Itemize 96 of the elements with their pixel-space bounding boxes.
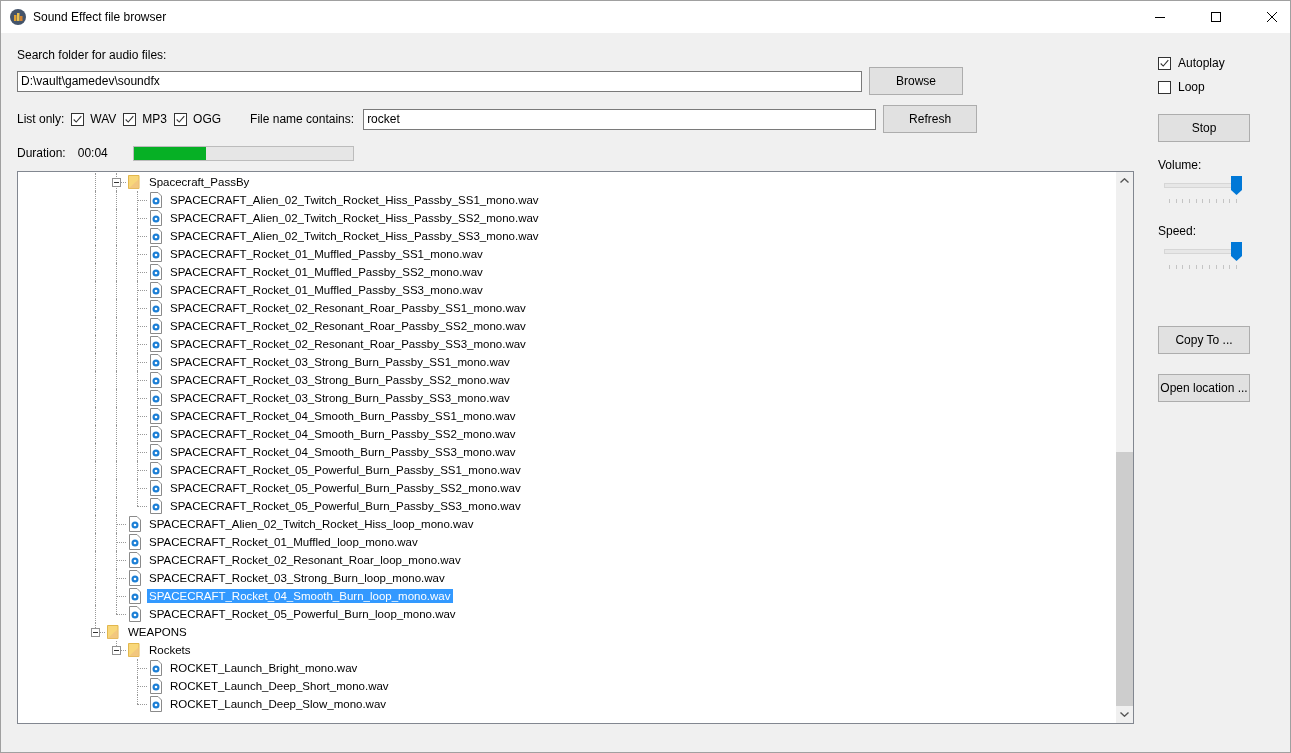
file-name[interactable]: SPACECRAFT_Rocket_04_Smooth_Burn_Passby_SS1_mono.wav	[168, 409, 518, 423]
file-name[interactable]: SPACECRAFT_Rocket_05_Powerful_Burn_loop_mono.wav	[147, 607, 458, 621]
audio-file-icon	[148, 228, 164, 244]
file-name[interactable]: SPACECRAFT_Rocket_04_Smooth_Burn_Passby_SS3_mono.wav	[168, 445, 518, 459]
audio-file-icon	[148, 282, 164, 298]
folder-name[interactable]: Spacecraft_PassBy	[147, 175, 252, 189]
checkbox-label: OGG	[193, 112, 222, 126]
audio-file-icon	[148, 498, 164, 514]
file-name[interactable]: SPACECRAFT_Rocket_05_Powerful_Burn_Passby_SS1_mono.wav	[168, 463, 523, 477]
file-name[interactable]: SPACECRAFT_Alien_02_Twitch_Rocket_Hiss_Passby_SS2_mono.wav	[168, 211, 541, 225]
stop-button[interactable]: Stop	[1158, 114, 1250, 142]
audio-file-icon	[148, 390, 164, 406]
file-name[interactable]: ROCKET_Launch_Deep_Slow_mono.wav	[168, 697, 389, 711]
slider-thumb[interactable]	[1231, 242, 1242, 261]
audio-file-icon	[127, 552, 143, 568]
audio-file-icon	[127, 588, 143, 604]
file-name[interactable]: SPACECRAFT_Rocket_03_Strong_Burn_loop_mono.wav	[147, 571, 447, 585]
folder-icon	[127, 174, 143, 190]
file-name[interactable]: SPACECRAFT_Rocket_01_Muffled_loop_mono.wav	[147, 535, 420, 549]
audio-file-icon	[148, 336, 164, 352]
copy-to-button[interactable]: Copy To ...	[1158, 326, 1250, 354]
audio-file-icon	[148, 660, 164, 676]
checkbox-label: WAV	[90, 112, 117, 126]
field-label: Search folder for audio files:	[17, 48, 168, 62]
checkbox[interactable]	[174, 112, 188, 126]
folder-icon	[106, 624, 122, 640]
audio-file-icon	[148, 408, 164, 424]
audio-file-icon	[148, 372, 164, 388]
file-name[interactable]: SPACECRAFT_Alien_02_Twitch_Rocket_Hiss_loop_mono.wav	[147, 517, 476, 531]
folder-name[interactable]: WEAPONS	[126, 625, 189, 639]
collapse-toggle[interactable]	[111, 177, 121, 187]
audio-file-icon	[148, 318, 164, 334]
folder-name[interactable]: Rockets	[147, 643, 193, 657]
audio-file-icon	[148, 696, 164, 712]
field-label: File name contains:	[250, 112, 355, 126]
file-name[interactable]: SPACECRAFT_Rocket_02_Resonant_Roar_Passby_SS3_mono.wav	[168, 337, 528, 351]
open-location-button[interactable]: Open location ...	[1158, 374, 1250, 402]
field-label: Duration:	[17, 146, 66, 160]
file-name[interactable]: SPACECRAFT_Alien_02_Twitch_Rocket_Hiss_Passby_SS3_mono.wav	[168, 229, 541, 243]
audio-file-icon	[127, 534, 143, 550]
collapse-toggle[interactable]	[90, 627, 100, 637]
checkbox-label: MP3	[142, 112, 168, 126]
audio-file-icon	[148, 426, 164, 442]
audio-file-icon	[148, 444, 164, 460]
file-name[interactable]: SPACECRAFT_Rocket_04_Smooth_Burn_Passby_SS2_mono.wav	[168, 427, 518, 441]
file-name[interactable]: SPACECRAFT_Rocket_01_Muffled_Passby_SS2_mono.wav	[168, 265, 485, 279]
audio-file-icon	[148, 192, 164, 208]
audio-file-icon	[148, 210, 164, 226]
scroll-up-icon[interactable]	[1120, 178, 1129, 183]
field-label: List only:	[17, 112, 65, 126]
audio-file-icon	[148, 264, 164, 280]
name-filter-field[interactable]: rocket	[363, 108, 877, 130]
refresh-button[interactable]: Refresh	[883, 105, 978, 133]
audio-file-icon	[148, 354, 164, 370]
file-name[interactable]: SPACECRAFT_Rocket_05_Powerful_Burn_Passby_SS3_mono.wav	[168, 499, 523, 513]
file-name[interactable]: ROCKET_Launch_Deep_Short_mono.wav	[168, 679, 391, 693]
file-name[interactable]: SPACECRAFT_Rocket_03_Strong_Burn_Passby_SS3_mono.wav	[168, 391, 512, 405]
folder-path-field[interactable]: D:\vault\gamedev\soundfx	[17, 70, 862, 92]
slider-label: Volume:	[1158, 158, 1203, 172]
audio-file-icon	[127, 606, 143, 622]
slider-label: Speed:	[1158, 224, 1198, 238]
file-name[interactable]: SPACECRAFT_Rocket_05_Powerful_Burn_Passby_SS2_mono.wav	[168, 481, 523, 495]
file-name[interactable]: SPACECRAFT_Rocket_03_Strong_Burn_Passby_SS2_mono.wav	[168, 373, 512, 387]
folder-icon	[127, 642, 143, 658]
scroll-down-icon[interactable]	[1120, 712, 1129, 717]
file-name[interactable]: SPACECRAFT_Rocket_02_Resonant_Roar_Passby_SS2_mono.wav	[168, 319, 528, 333]
audio-file-icon	[148, 480, 164, 496]
audio-file-icon	[148, 678, 164, 694]
file-name[interactable]: SPACECRAFT_Rocket_01_Muffled_Passby_SS1_mono.wav	[168, 247, 485, 261]
checkbox[interactable]	[1158, 80, 1171, 94]
audio-file-icon	[148, 246, 164, 262]
scroll-thumb[interactable]	[1116, 452, 1133, 706]
checkbox[interactable]	[71, 112, 85, 126]
browse-button[interactable]: Browse	[869, 67, 963, 95]
duration-value: 00:04	[77, 146, 108, 160]
checkbox[interactable]	[123, 112, 137, 126]
file-name[interactable]: SPACECRAFT_Rocket_02_Resonant_Roar_loop_mono.wav	[147, 553, 463, 567]
slider-thumb[interactable]	[1231, 176, 1242, 195]
file-name[interactable]: ROCKET_Launch_Bright_mono.wav	[168, 661, 360, 675]
checkbox[interactable]	[1158, 56, 1171, 70]
close-icon[interactable]	[1267, 12, 1277, 22]
file-name[interactable]: SPACECRAFT_Rocket_03_Strong_Burn_Passby_SS1_mono.wav	[168, 355, 512, 369]
scrollbar[interactable]	[1116, 172, 1133, 723]
collapse-toggle[interactable]	[111, 645, 121, 655]
audio-file-icon	[127, 516, 143, 532]
checkbox-label: Loop	[1178, 80, 1205, 94]
audio-file-icon	[148, 300, 164, 316]
audio-file-icon	[127, 570, 143, 586]
maximize-icon[interactable]	[1211, 12, 1221, 22]
app-icon	[10, 9, 26, 25]
audio-file-icon	[148, 462, 164, 478]
checkbox-label: Autoplay	[1178, 56, 1225, 70]
file-name[interactable]: SPACECRAFT_Rocket_01_Muffled_Passby_SS3_mono.wav	[168, 283, 485, 297]
window-title: Sound Effect file browser	[33, 10, 167, 24]
file-name[interactable]: SPACECRAFT_Rocket_02_Resonant_Roar_Passby_SS1_mono.wav	[168, 301, 528, 315]
file-name[interactable]: SPACECRAFT_Alien_02_Twitch_Rocket_Hiss_Passby_SS1_mono.wav	[168, 193, 541, 207]
